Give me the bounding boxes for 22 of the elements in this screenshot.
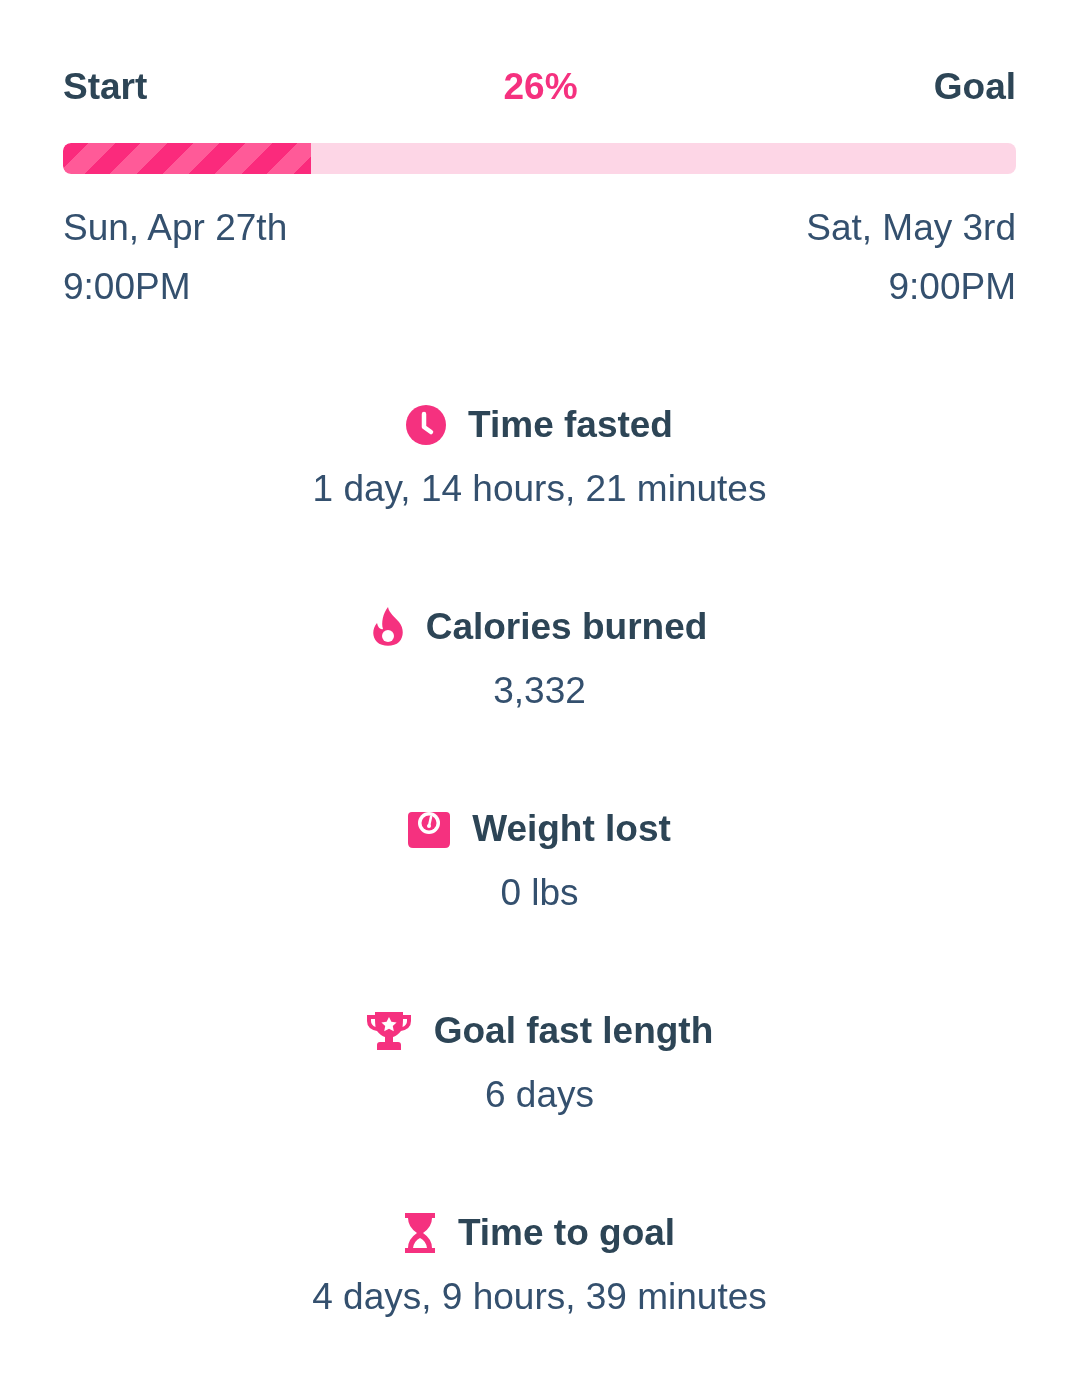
goal-time: 9:00PM — [888, 265, 1016, 309]
stat-title: Weight lost — [472, 807, 671, 851]
stat-value: 0 lbs — [500, 871, 579, 915]
stat-value: 3,332 — [493, 669, 586, 713]
stat-title: Calories burned — [425, 605, 708, 649]
start-date: Sun, Apr 27th — [63, 206, 288, 250]
stat-title: Time fasted — [468, 403, 673, 447]
start-label: Start — [63, 65, 148, 109]
goal-date: Sat, May 3rd — [806, 206, 1016, 250]
scale-icon — [408, 810, 451, 848]
start-time: 9:00PM — [63, 265, 191, 309]
hourglass-icon — [403, 1213, 436, 1253]
clock-icon — [406, 405, 446, 445]
stat-title: Time to goal — [457, 1211, 676, 1255]
flame-icon — [371, 607, 404, 647]
progress-percent: 26% — [503, 65, 578, 109]
stat-value: 6 days — [485, 1073, 594, 1117]
goal-label: Goal — [933, 65, 1016, 109]
stat-value: 1 day, 14 hours, 21 minutes — [312, 467, 767, 511]
trophy-icon — [365, 1011, 412, 1051]
stat-value: 4 days, 9 hours, 39 minutes — [312, 1275, 767, 1319]
stat-title: Goal fast length — [433, 1009, 714, 1053]
